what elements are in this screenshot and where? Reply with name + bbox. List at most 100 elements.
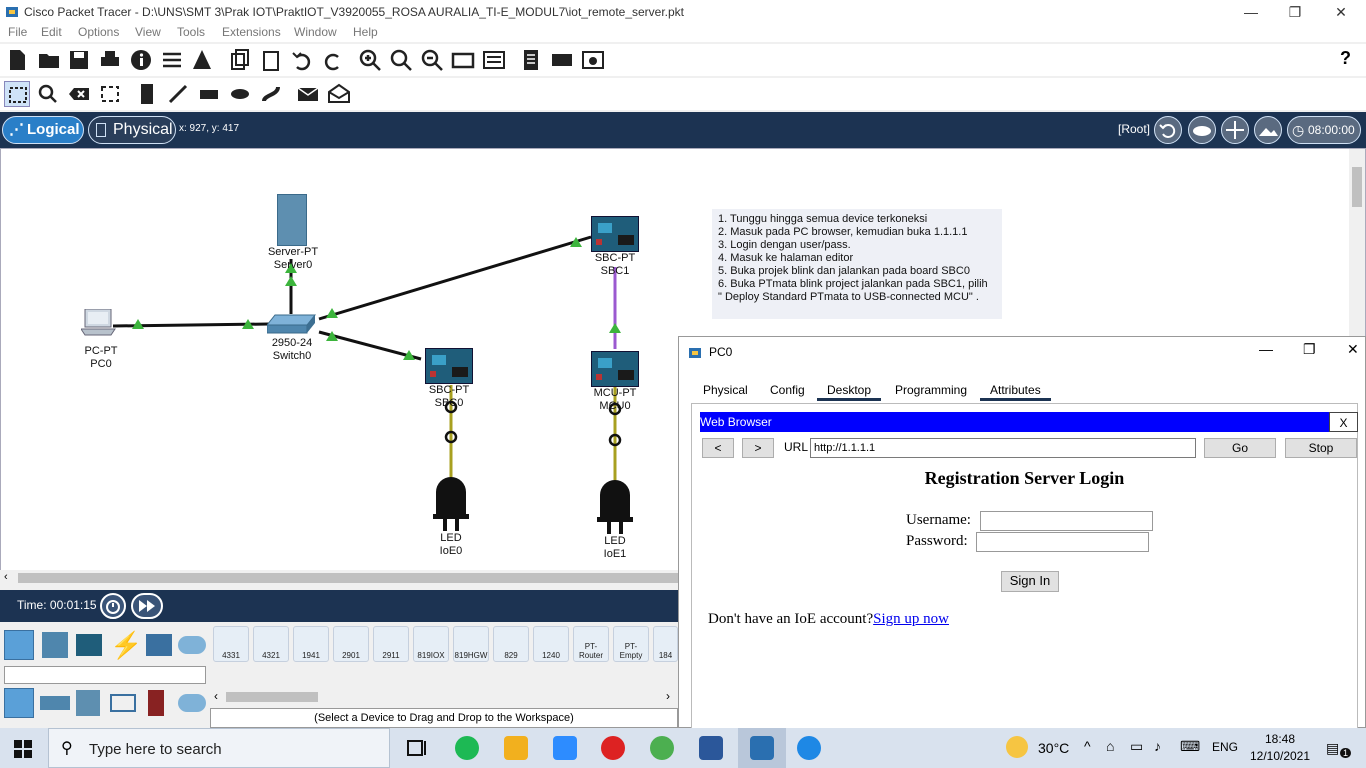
menu-help[interactable]: Help [353, 25, 378, 39]
led1-device-icon[interactable] [597, 477, 633, 535]
chrome-icon[interactable] [650, 736, 674, 760]
language-indicator[interactable]: ENG [1212, 740, 1238, 754]
tray-chevron-icon[interactable]: ^ [1084, 738, 1091, 754]
password-input[interactable] [976, 532, 1149, 552]
taskbar-search[interactable]: ⚲ Type here to search [48, 728, 390, 768]
help-icon[interactable]: ? [1340, 48, 1351, 69]
pc-device-icon[interactable] [80, 308, 117, 337]
new-file-icon[interactable] [4, 47, 30, 73]
device-scroll-left-icon[interactable]: ‹ [214, 689, 218, 703]
led0-device-icon[interactable] [433, 474, 469, 532]
device-template-icon[interactable] [549, 47, 575, 73]
move-icon[interactable] [1221, 116, 1249, 144]
redo-icon[interactable] [320, 47, 346, 73]
reset-time-icon[interactable] [100, 593, 126, 619]
stop-button[interactable]: Stop [1285, 438, 1357, 458]
freeform-icon[interactable] [258, 81, 284, 107]
security-icon[interactable] [148, 690, 164, 716]
sbc0-device-icon[interactable] [425, 348, 473, 384]
vertical-scrollbar[interactable] [1349, 149, 1365, 339]
notes-icon[interactable] [518, 47, 544, 73]
wireless-icon[interactable] [110, 694, 136, 712]
add-simple-pdu-icon[interactable] [295, 81, 321, 107]
edge-icon[interactable] [797, 736, 821, 760]
open-folder-icon[interactable] [36, 47, 62, 73]
pc0-minimize-button[interactable]: — [1259, 341, 1273, 357]
network-wizard-icon[interactable] [159, 47, 185, 73]
add-complex-pdu-icon[interactable] [326, 81, 352, 107]
multiuser-icon[interactable] [178, 636, 206, 654]
logical-tab[interactable]: ⋰ Logical [2, 116, 84, 144]
back-icon[interactable] [1154, 116, 1182, 144]
paste-icon[interactable] [258, 47, 284, 73]
browser-back-button[interactable]: < [702, 438, 734, 458]
connections-icon[interactable]: ⚡ [110, 630, 142, 661]
network-icon[interactable]: ⌂ [1106, 738, 1114, 754]
horizontal-scroll-thumb[interactable] [18, 573, 678, 583]
restore-button[interactable]: ❐ [1272, 2, 1318, 22]
device-model-tile[interactable]: 2911 [373, 626, 409, 662]
delete-icon[interactable] [66, 81, 92, 107]
wan-emulation-icon[interactable] [178, 694, 206, 712]
device-model-tile[interactable]: PT-Empty [613, 626, 649, 662]
draw-ellipse-icon[interactable] [227, 81, 253, 107]
physical-tab[interactable]: Physical [88, 116, 176, 144]
task-view-icon[interactable] [405, 736, 429, 760]
device-model-tile[interactable]: 2901 [333, 626, 369, 662]
misc-icon[interactable] [146, 634, 172, 656]
menu-extensions[interactable]: Extensions [222, 25, 281, 39]
menu-view[interactable]: View [135, 25, 161, 39]
zoom-app-icon[interactable] [553, 736, 577, 760]
undo-icon[interactable] [289, 47, 315, 73]
device-model-tile[interactable]: 829 [493, 626, 529, 662]
windows-start-icon[interactable] [14, 740, 32, 758]
zoom-reset-icon[interactable] [388, 47, 414, 73]
minimize-button[interactable]: — [1228, 2, 1274, 22]
keyboard-icon[interactable]: ⌨ [1180, 738, 1200, 755]
vertical-scroll-thumb[interactable] [1352, 167, 1362, 207]
fast-forward-icon[interactable] [131, 593, 163, 619]
server-device-icon[interactable] [277, 194, 307, 246]
menu-options[interactable]: Options [78, 25, 119, 39]
device-model-tile[interactable]: PT-Router [573, 626, 609, 662]
go-button[interactable]: Go [1204, 438, 1276, 458]
device-model-tile[interactable]: 1941 [293, 626, 329, 662]
save-icon[interactable] [66, 47, 92, 73]
clock-pill[interactable]: ◷ 08:00:00 [1287, 116, 1361, 144]
place-note-icon[interactable] [134, 81, 160, 107]
device-model-tile[interactable]: 4321 [253, 626, 289, 662]
resize-shape-icon[interactable] [97, 81, 123, 107]
device-scroll-thumb[interactable] [226, 692, 318, 702]
sbc1-device-icon[interactable] [591, 216, 639, 252]
tab-config[interactable]: Config [760, 383, 815, 401]
url-input[interactable] [810, 438, 1196, 458]
device-model-tile[interactable]: 819HGW [453, 626, 489, 662]
switch-device-icon[interactable] [265, 313, 317, 335]
recorder-icon[interactable] [601, 736, 625, 760]
taskbar-time[interactable]: 18:48 [1250, 732, 1310, 746]
drawing-palette-icon[interactable] [450, 47, 476, 73]
notification-icon[interactable]: ▤ [1326, 740, 1339, 757]
signup-link[interactable]: Sign up now [873, 611, 949, 627]
pc0-restore-button[interactable]: ❐ [1303, 341, 1316, 358]
info-icon[interactable] [128, 47, 154, 73]
tab-programming[interactable]: Programming [885, 383, 977, 401]
device-model-tile[interactable]: 184 [653, 626, 678, 662]
horizontal-scrollbar[interactable]: ‹ [0, 570, 680, 586]
copy-icon[interactable] [227, 47, 253, 73]
network-devices-icon[interactable] [4, 630, 34, 660]
zoom-in-icon[interactable] [357, 47, 383, 73]
cluster-cloud-icon[interactable] [1188, 116, 1216, 144]
background-image-icon[interactable] [1254, 116, 1282, 144]
word-icon[interactable] [699, 736, 723, 760]
print-icon[interactable] [97, 47, 123, 73]
select-icon[interactable] [4, 81, 30, 107]
web-browser-close-button[interactable]: X [1329, 412, 1358, 432]
menu-tools[interactable]: Tools [177, 25, 205, 39]
scroll-left-icon[interactable]: ‹ [4, 571, 8, 583]
device-scrollbar[interactable]: ‹ › [212, 689, 678, 704]
mcu-device-icon[interactable] [591, 351, 639, 387]
device-scroll-right-icon[interactable]: › [666, 689, 670, 703]
tab-desktop[interactable]: Desktop [817, 383, 882, 401]
device-model-tile[interactable]: 1240 [533, 626, 569, 662]
